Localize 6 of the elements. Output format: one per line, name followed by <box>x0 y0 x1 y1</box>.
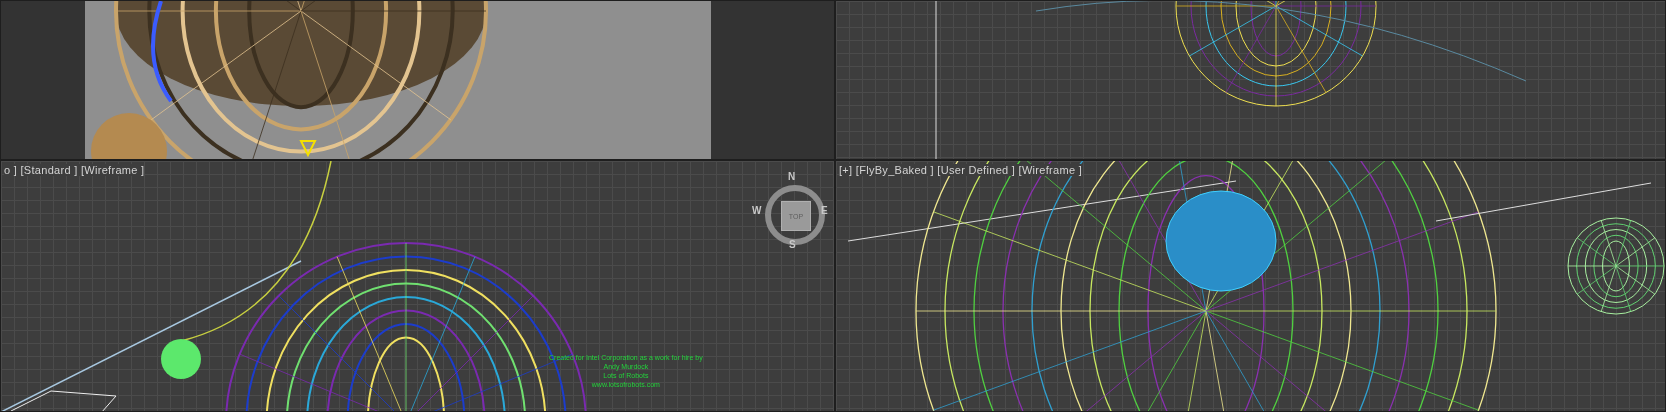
compass-letter: E <box>821 205 828 216</box>
compass-letter: N <box>788 171 796 182</box>
viewport-label[interactable]: [+] [FlyBy_Baked ] [User Defined ] [Wireframe ] <box>839 164 1083 176</box>
compass-letter: S <box>789 239 796 250</box>
viewport-label[interactable]: o ] [Standard ] [Wireframe ] <box>4 164 145 176</box>
compass-letter: W <box>752 205 762 216</box>
